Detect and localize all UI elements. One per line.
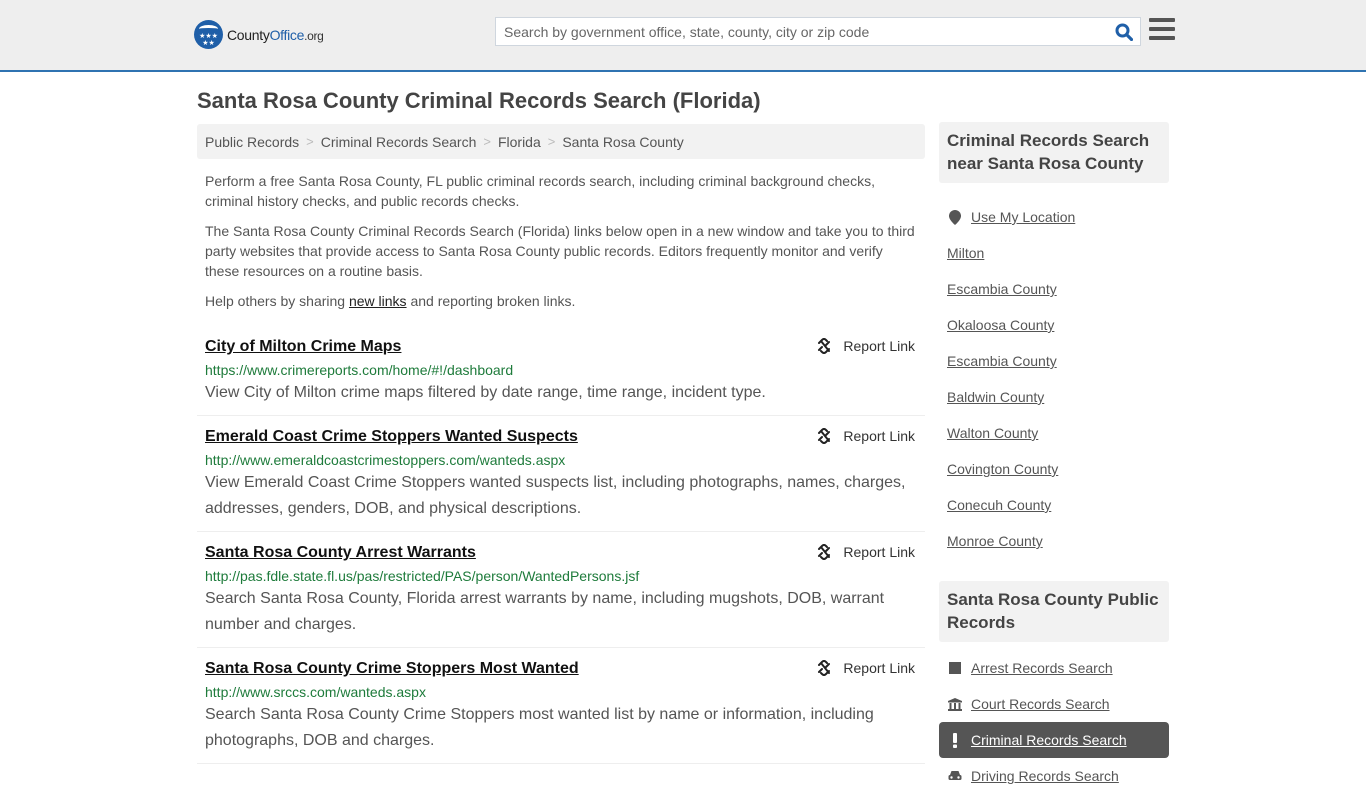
nearby-item-escambia-county[interactable]: Escambia County [939,271,1169,307]
exclamation-icon [947,732,963,748]
report-link-button[interactable]: Report Link [816,660,915,676]
nearby-link[interactable]: Escambia County [947,353,1057,369]
results-list: City of Milton Crime Maps Report Link ht… [197,331,925,764]
broken-link-icon [818,660,831,676]
report-link-button[interactable]: Report Link [816,338,915,354]
search-button[interactable] [1108,18,1140,45]
nearby-link[interactable]: Covington County [947,461,1058,477]
result-url: http://pas.fdle.state.fl.us/pas/restrict… [205,568,640,584]
nearby-link[interactable]: Baldwin County [947,389,1044,405]
breadcrumb-florida[interactable]: Florida [498,134,541,150]
public-records-heading: Santa Rosa County Public Records [939,581,1169,642]
sidebar-item-court-records[interactable]: Court Records Search [939,686,1169,722]
share-links-paragraph: Help others by sharing new links and rep… [205,293,576,309]
breadcrumb-separator: > [547,134,556,149]
breadcrumb-separator: > [306,134,314,149]
courthouse-icon [947,697,963,711]
breadcrumb-santa-rosa-county[interactable]: Santa Rosa County [562,134,683,150]
result-item: Santa Rosa County Arrest Warrants Report… [197,532,925,648]
breadcrumb-criminal-records-search[interactable]: Criminal Records Search [321,134,477,150]
use-my-location-link[interactable]: Use My Location [971,209,1075,225]
result-item: Emerald Coast Crime Stoppers Wanted Susp… [197,416,925,532]
nearby-heading: Criminal Records Search near Santa Rosa … [939,122,1169,183]
broken-link-icon [818,428,831,444]
intro-paragraph: The Santa Rosa County Criminal Records S… [205,223,915,279]
result-description: View Emerald Coast Crime Stoppers wanted… [205,474,906,517]
logo-eagle-icon: ★★★ ★★ [194,20,223,49]
search-input[interactable] [496,18,1108,45]
sidebar-link[interactable]: Arrest Records Search [971,660,1113,676]
sidebar-link[interactable]: Court Records Search [971,696,1110,712]
result-title-link[interactable]: Emerald Coast Crime Stoppers Wanted Susp… [205,426,578,448]
report-link-button[interactable]: Report Link [816,544,915,560]
nearby-link[interactable]: Escambia County [947,281,1057,297]
nearby-item-conecuh-county[interactable]: Conecuh County [939,487,1169,523]
nearby-item-monroe-county[interactable]: Monroe County [939,523,1169,559]
breadcrumb: Public Records > Criminal Records Search… [197,124,925,159]
nearby-link[interactable]: Milton [947,245,984,261]
search-icon [1115,23,1133,41]
map-marker-icon [947,209,963,225]
sidebar-item-criminal-records[interactable]: Criminal Records Search [939,722,1169,758]
use-my-location-item[interactable]: Use My Location [939,199,1169,235]
logo-text: CountyOffice.org [227,26,324,43]
broken-link-icon [818,338,831,354]
result-description: Search Santa Rosa County Crime Stoppers … [205,706,874,749]
result-description: Search Santa Rosa County, Florida arrest… [205,590,885,633]
intro-text: Perform a free Santa Rosa County, FL pub… [197,171,925,311]
nearby-item-walton-county[interactable]: Walton County [939,415,1169,451]
result-description: View City of Milton crime maps filtered … [205,384,766,401]
square-icon [947,662,963,674]
sidebar-item-driving-records[interactable]: Driving Records Search [939,758,1169,794]
broken-link-icon [818,544,831,560]
nearby-link[interactable]: Conecuh County [947,497,1051,513]
nearby-item-okaloosa-county[interactable]: Okaloosa County [939,307,1169,343]
result-title-link[interactable]: Santa Rosa County Arrest Warrants [205,542,476,564]
result-url: https://www.crimereports.com/home/#!/das… [205,362,514,378]
result-item: Santa Rosa County Crime Stoppers Most Wa… [197,648,925,764]
nearby-item-covington-county[interactable]: Covington County [939,451,1169,487]
result-title-link[interactable]: Santa Rosa County Crime Stoppers Most Wa… [205,658,579,680]
nearby-link[interactable]: Walton County [947,425,1038,441]
public-records-list: Arrest Records Search Court Records Sear… [939,650,1169,794]
result-url: http://www.srccs.com/wanteds.aspx [205,684,426,700]
nearby-item-escambia-county-2[interactable]: Escambia County [939,343,1169,379]
page-title: Santa Rosa County Criminal Records Searc… [197,88,761,113]
nearby-link[interactable]: Okaloosa County [947,317,1054,333]
logo[interactable]: ★★★ ★★ CountyOffice.org [194,20,324,49]
breadcrumb-public-records[interactable]: Public Records [205,134,299,150]
intro-paragraph: Perform a free Santa Rosa County, FL pub… [205,173,875,209]
nearby-item-milton[interactable]: Milton [939,235,1169,271]
result-item: City of Milton Crime Maps Report Link ht… [197,331,925,416]
nearby-list: Use My Location Milton Escambia County O… [939,199,1169,559]
car-icon [947,770,963,782]
search-bar [495,17,1141,46]
result-title-link[interactable]: City of Milton Crime Maps [205,336,401,358]
result-url: http://www.emeraldcoastcrimestoppers.com… [205,452,566,468]
breadcrumb-separator: > [483,134,491,149]
site-header: ★★★ ★★ CountyOffice.org [0,0,1366,72]
nearby-link[interactable]: Monroe County [947,533,1043,549]
sidebar-item-arrest-records[interactable]: Arrest Records Search [939,650,1169,686]
sidebar-link[interactable]: Driving Records Search [971,768,1119,784]
report-link-button[interactable]: Report Link [816,428,915,444]
main-content: Public Records > Criminal Records Search… [197,124,925,764]
hamburger-menu-icon[interactable] [1149,18,1175,42]
new-links-link[interactable]: new links [349,293,407,309]
nearby-item-baldwin-county[interactable]: Baldwin County [939,379,1169,415]
sidebar: Criminal Records Search near Santa Rosa … [939,122,1169,794]
sidebar-link[interactable]: Criminal Records Search [971,732,1127,748]
